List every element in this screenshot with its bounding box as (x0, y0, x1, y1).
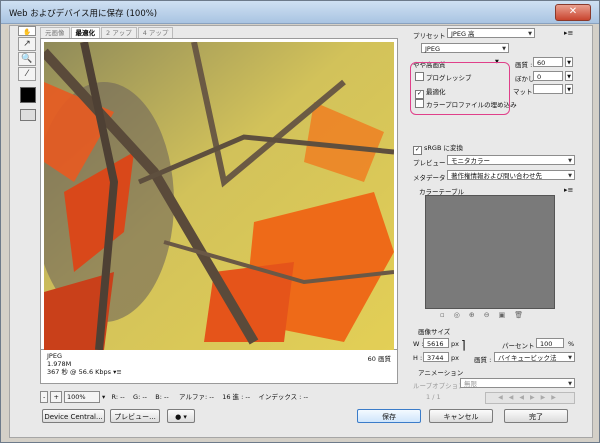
preset-select[interactable]: JPEG 高 (447, 28, 535, 39)
index-readout: インデックス : -- (258, 393, 309, 401)
cancel-button[interactable]: キャンセル (429, 409, 493, 423)
status-bar: - + 100% ▾ R: -- G: -- B: -- アルファ: -- 16… (40, 391, 398, 403)
height-input[interactable]: 3744 (423, 352, 449, 362)
animation-controls[interactable]: ◀◀◀▶▶▶ (485, 392, 575, 404)
eyedropper-icon[interactable]: ⁄ (18, 67, 36, 81)
quality-readout: 60 画質 (367, 355, 391, 363)
view-tabs: 元画像 最適化 2 アップ 4 アップ (40, 27, 174, 39)
image-info-bar: JPEG 1.978M 367 秒 @ 56.6 Kbps ▾≡ 60 画質 (40, 350, 398, 384)
resample-label: 画質 : (474, 356, 492, 364)
download-time-menu[interactable]: ▾≡ (113, 368, 122, 376)
eyedropper-color-swatch[interactable] (20, 87, 36, 103)
height-label: H : (413, 354, 423, 362)
imagesize-label: 画像サイズ (418, 328, 451, 336)
alpha-readout: アルファ: -- (179, 393, 214, 401)
resample-select[interactable]: バイキュービック法 (494, 352, 575, 363)
preview-image[interactable] (44, 42, 394, 350)
zoom-icon[interactable]: 🔍 (18, 52, 36, 66)
hand-tool-icon[interactable]: ✋ (18, 26, 36, 36)
matte-select[interactable] (533, 84, 563, 94)
width-input[interactable]: 5616 (423, 338, 449, 348)
annotation-highlight (410, 62, 510, 115)
metadata-label: メタデータ : (413, 174, 450, 182)
preview-select[interactable]: モニタカラー (447, 155, 575, 166)
frame-counter: 1 / 1 (426, 393, 441, 401)
quality-stepper[interactable]: ▼ (565, 57, 573, 67)
preview-label: プレビュー : (413, 159, 450, 167)
blur-input[interactable]: 0 (533, 71, 563, 81)
done-button[interactable]: 完了 (504, 409, 568, 423)
browser-preview-button[interactable]: ● ▾ (167, 409, 195, 423)
preset-menu-icon[interactable]: ▸≡ (564, 29, 573, 37)
title-bar: Web およびデバイス用に保存 (100%) ✕ (1, 1, 599, 24)
g-readout: G: -- (133, 393, 148, 401)
preview-button[interactable]: プレビュー... (110, 409, 160, 423)
b-readout: B: -- (155, 393, 169, 401)
zoom-out-button[interactable]: - (40, 391, 49, 403)
height-unit: px (451, 354, 459, 362)
format-select[interactable]: JPEG (421, 43, 509, 54)
device-central-button[interactable]: Device Central... (42, 409, 105, 423)
toggle-slices-icon[interactable] (20, 109, 36, 121)
quality-label: 画質 : (515, 61, 533, 69)
save-button[interactable]: 保存 (357, 409, 421, 423)
srgb-label: sRGB に変換 (424, 144, 463, 152)
width-unit: px (451, 340, 459, 348)
r-readout: R: -- (111, 393, 125, 401)
file-size: 1.978M (47, 360, 72, 368)
quality-input[interactable]: 60 (533, 57, 563, 67)
blur-stepper[interactable]: ▼ (565, 71, 573, 81)
percent-input[interactable]: 100 (536, 338, 564, 348)
constrain-link-icon[interactable]: ⌉ (461, 338, 466, 352)
close-button[interactable]: ✕ (555, 4, 591, 21)
window-title: Web およびデバイス用に保存 (100%) (9, 9, 158, 19)
colortable-menu-icon[interactable]: ▸≡ (564, 186, 573, 194)
file-format: JPEG (47, 352, 62, 360)
download-time: 367 秒 @ 56.6 Kbps (47, 368, 112, 376)
percent-label: パーセント : (502, 342, 539, 350)
zoom-select[interactable]: 100% (63, 391, 100, 403)
loop-select[interactable]: 無限 (460, 378, 575, 389)
zoom-in-button[interactable]: + (50, 391, 62, 403)
srgb-option[interactable]: ✓ sRGB に変換 (413, 142, 463, 155)
browser-icon: ● (175, 413, 182, 421)
toolbox: ✋ ↗ 🔍 ⁄ (18, 26, 38, 121)
matte-dropdown[interactable]: ▼ (565, 84, 573, 94)
slice-select-icon[interactable]: ↗ (18, 37, 36, 51)
srgb-checkbox[interactable]: ✓ (413, 146, 422, 155)
animation-label: アニメーション (418, 369, 464, 377)
color-table[interactable] (425, 195, 555, 309)
metadata-select[interactable]: 著作権情報および問い合わせ先 (447, 170, 575, 181)
preset-label: プリセット : (413, 32, 450, 40)
hex-readout: 16 進 : -- (222, 393, 251, 401)
colortable-tools[interactable]: ▫◎⊕⊖▣🗑 (440, 311, 532, 319)
percent-unit: % (568, 340, 575, 348)
